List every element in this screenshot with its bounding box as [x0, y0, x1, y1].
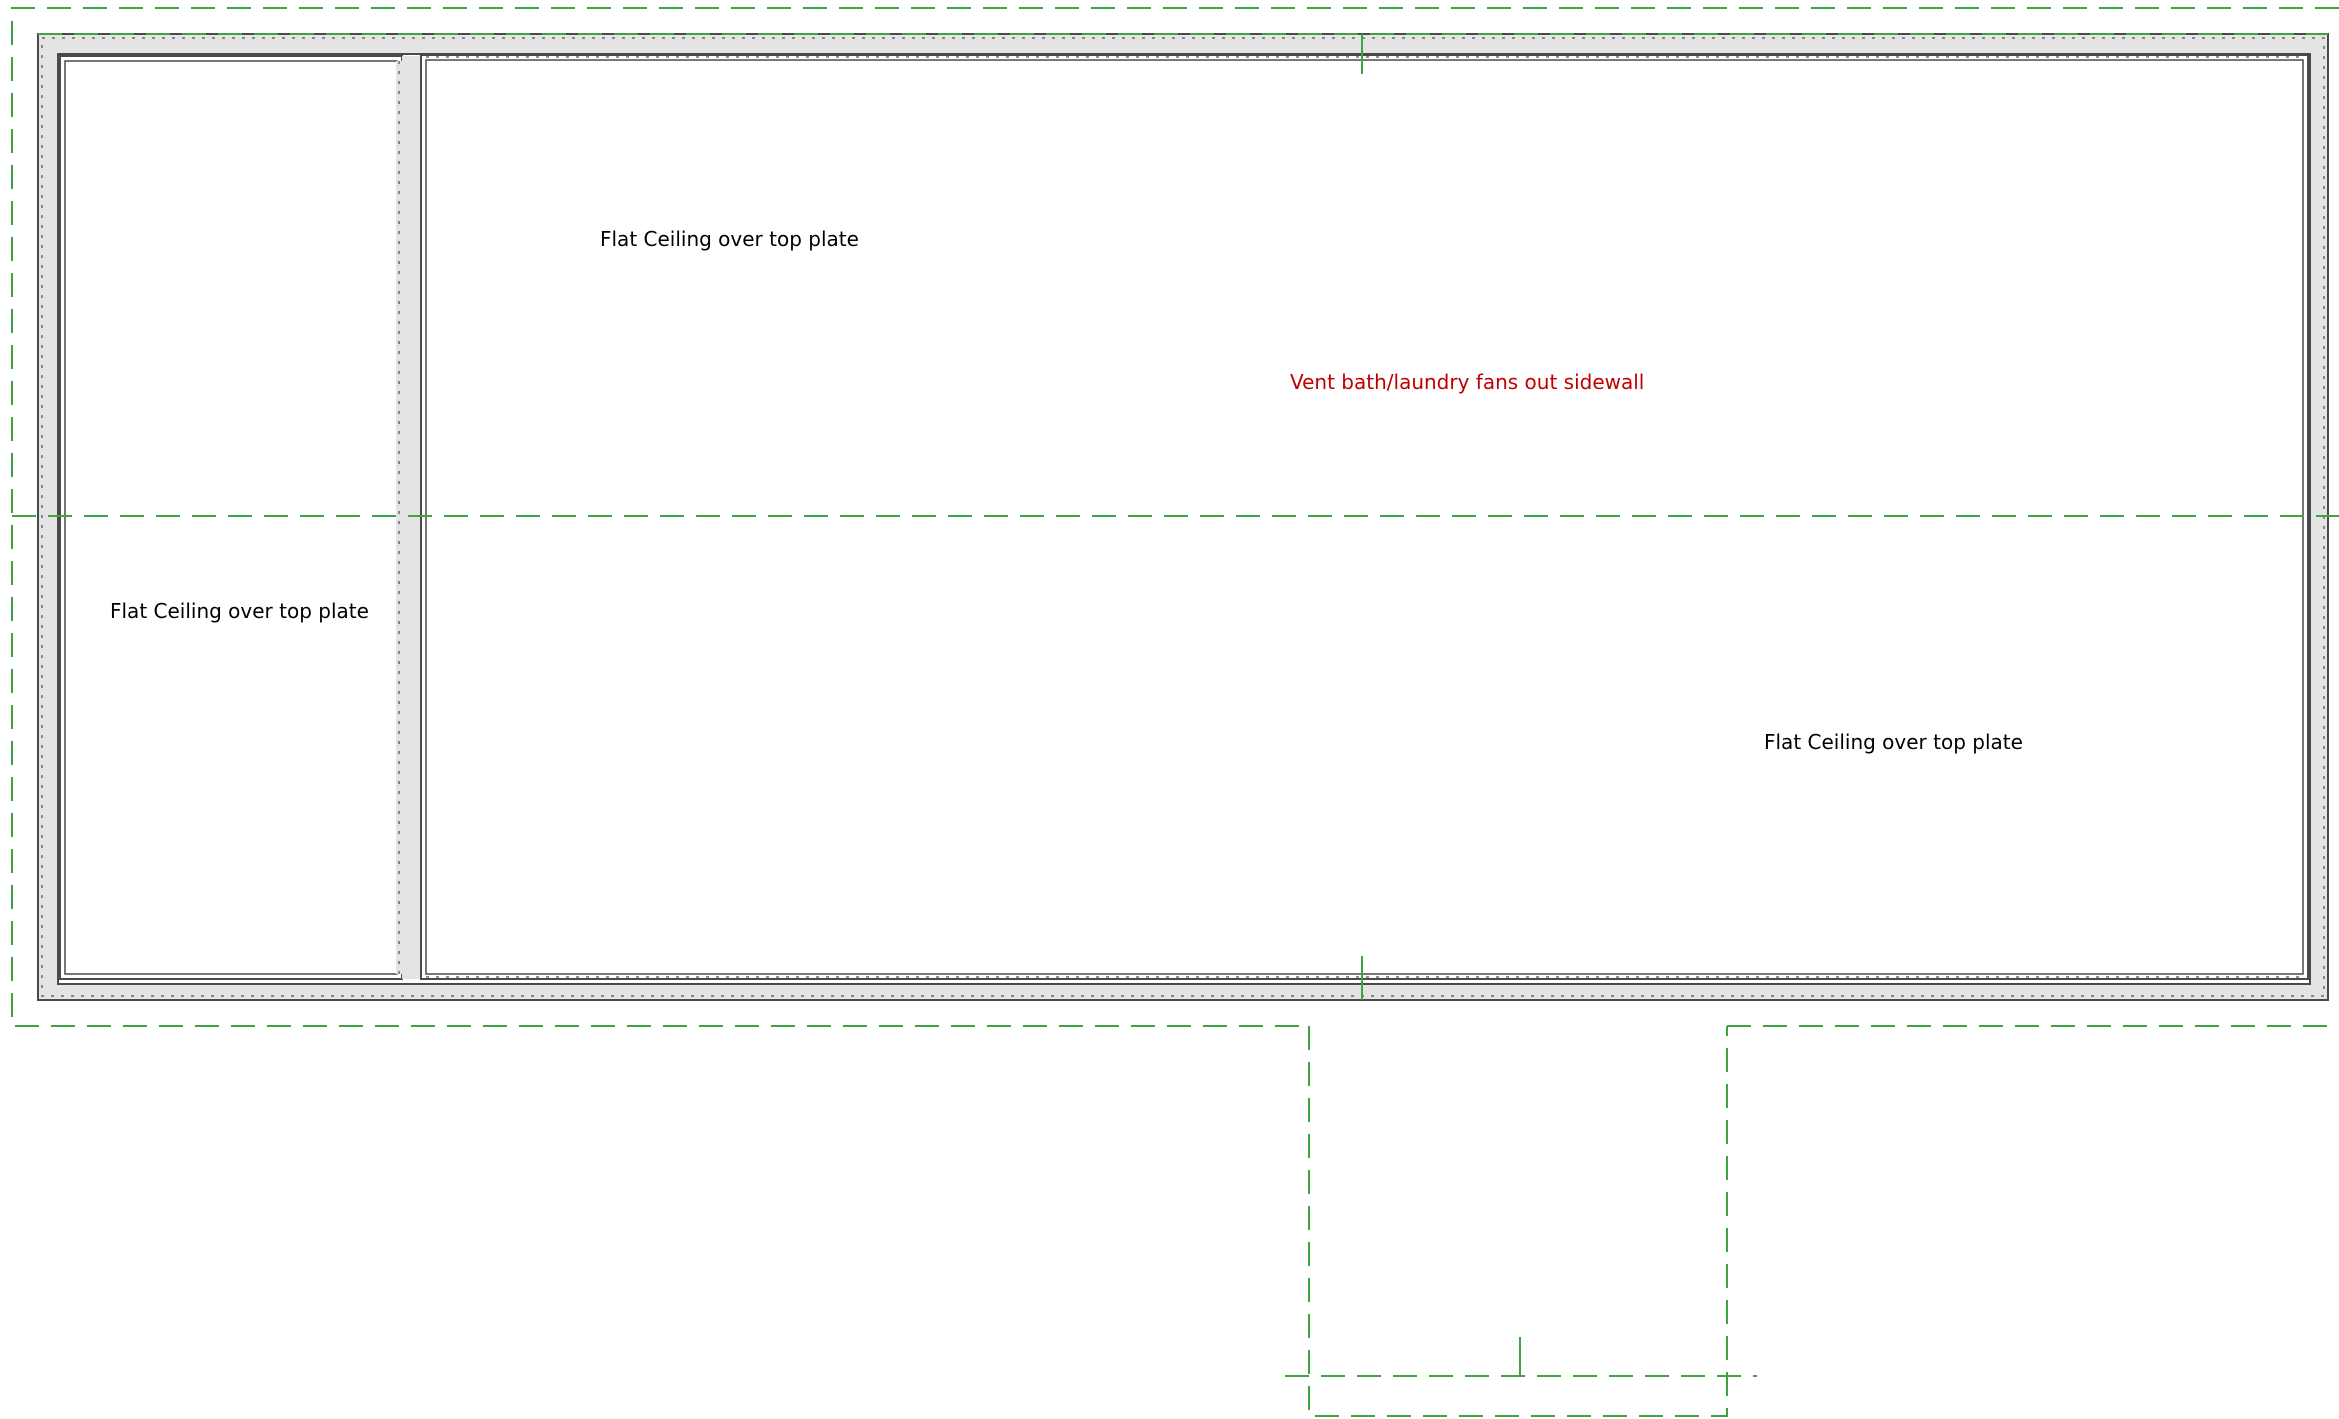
ceiling-label-lower-right: Flat Ceiling over top plate — [1764, 730, 2023, 754]
partition-wall — [402, 56, 422, 979]
left-room-walls — [59, 55, 403, 980]
porch-dashed-outline — [1308, 1026, 1728, 1417]
ceiling-label-left-room: Flat Ceiling over top plate — [110, 599, 369, 623]
ceiling-label-upper-left: Flat Ceiling over top plate — [600, 227, 859, 251]
floor-plan-canvas: Flat Ceiling over top plate Flat Ceiling… — [11, 7, 2339, 1417]
vent-note: Vent bath/laundry fans out sidewall — [1290, 370, 1644, 394]
